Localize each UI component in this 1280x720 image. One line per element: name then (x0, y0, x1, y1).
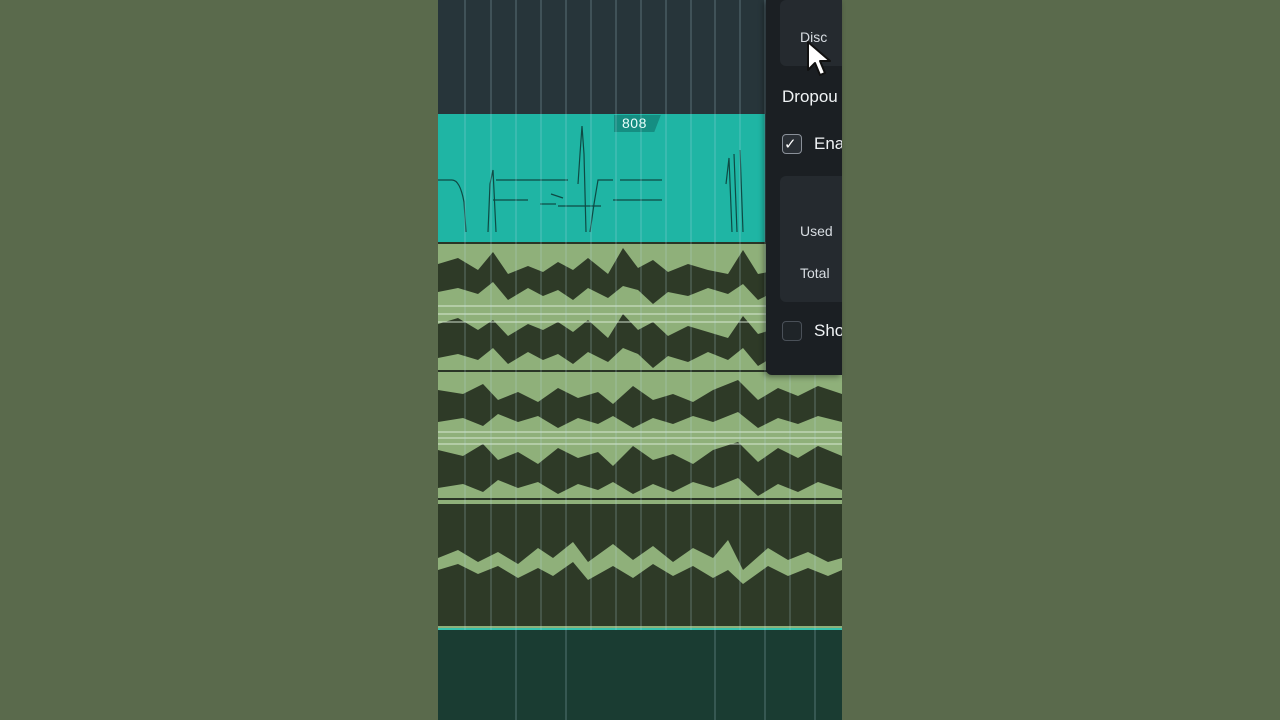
mouse-pointer-icon (807, 41, 831, 76)
checkmark-icon: ✓ (784, 135, 797, 153)
background-left (0, 0, 438, 720)
audio-clip-2[interactable] (438, 372, 842, 498)
audio-clip-2-waveform (438, 380, 842, 496)
audio-clip-3-waveform (438, 504, 842, 626)
clip-808[interactable] (438, 114, 765, 242)
empty-track-lane-bottom[interactable] (438, 630, 842, 720)
enable-checkbox[interactable]: ✓ (782, 134, 802, 154)
audio-clip-3[interactable] (438, 500, 842, 628)
clip-808-waveform (438, 125, 744, 233)
enable-label[interactable]: Ena (814, 134, 842, 154)
show-checkbox[interactable] (782, 321, 802, 341)
used-label: Used (800, 223, 833, 239)
dropout-section-title: Dropou (782, 87, 838, 106)
background-right (842, 0, 1280, 720)
usage-stats-box (780, 176, 842, 302)
show-label[interactable]: Sho (814, 321, 842, 341)
total-label: Total (800, 265, 830, 281)
clip-808-name-tag[interactable]: 808 (614, 115, 661, 132)
